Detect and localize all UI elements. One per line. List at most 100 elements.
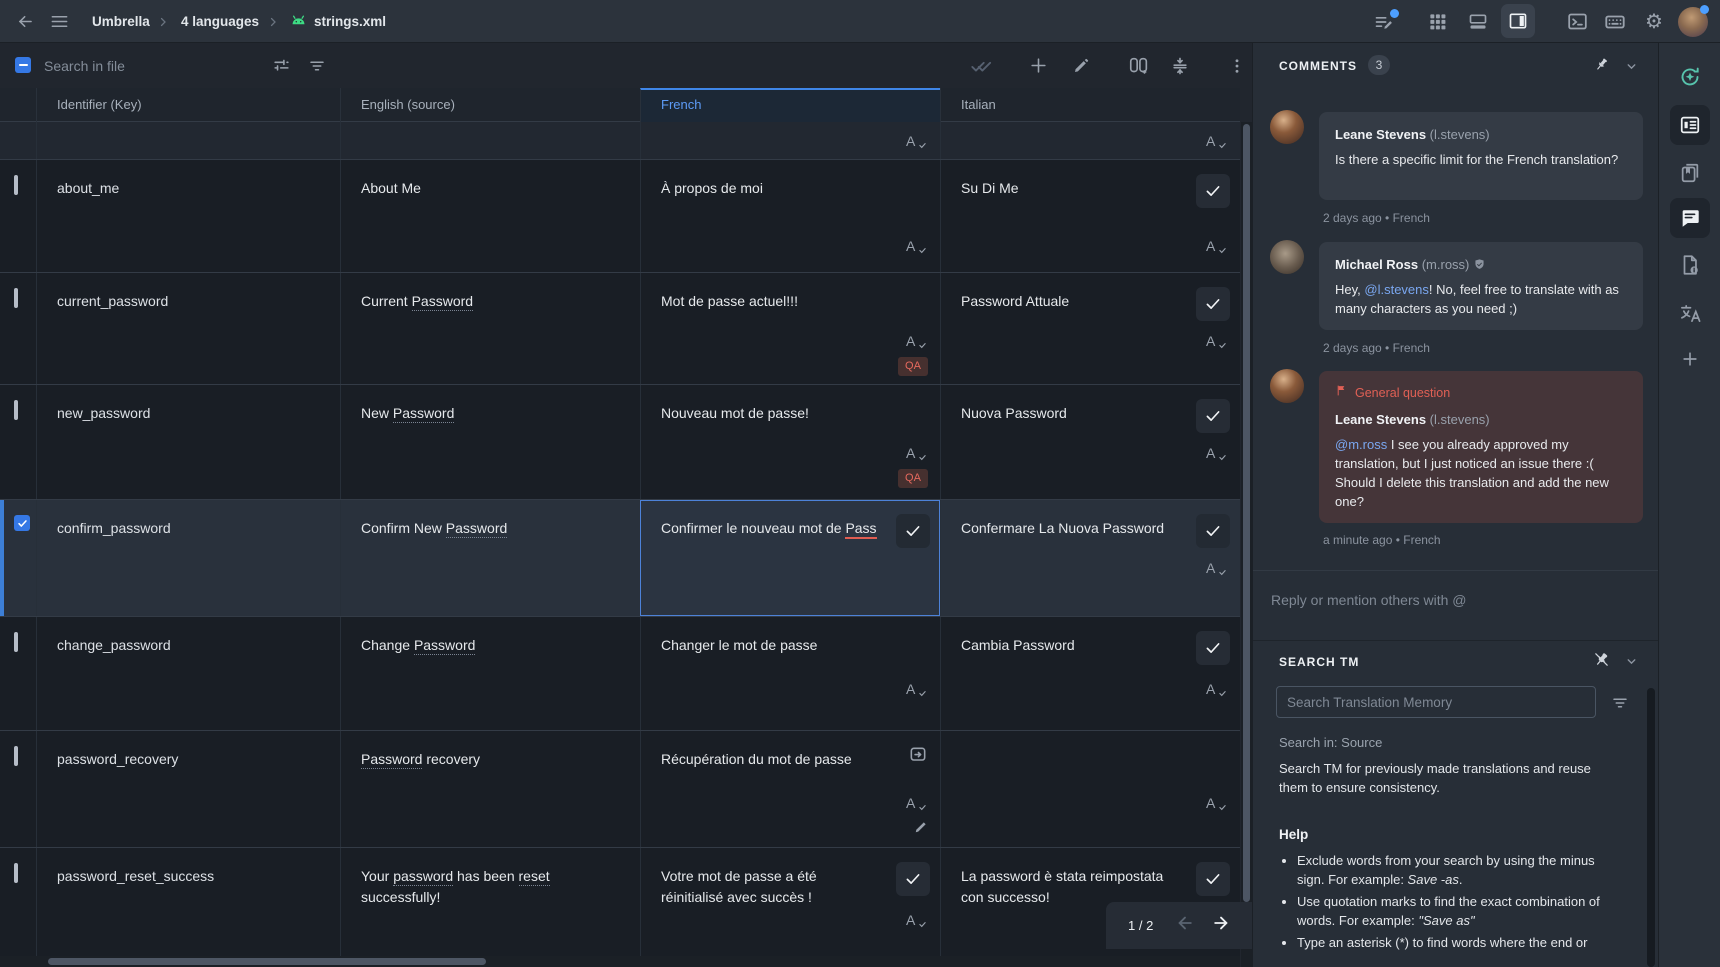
table-row[interactable]: new_password New Password Nouveau mot de… [0,385,1240,500]
prev-page-icon[interactable] [1175,913,1195,938]
search-in-label[interactable]: Search in: Source [1279,735,1382,750]
copy-source-icon[interactable] [908,745,928,771]
glossary-book-icon[interactable] [1670,153,1710,193]
suggestion-icon[interactable]: A [906,236,926,256]
spelling-error-term[interactable]: Pass [845,520,876,539]
comment-item-flagged[interactable]: General question Leane Stevens (l.steven… [1319,371,1643,523]
glossary-term[interactable]: Password [412,293,473,311]
vertical-scrollbar[interactable] [1241,122,1252,967]
comments-icon[interactable] [1670,198,1710,238]
approve-check-icon[interactable] [1196,862,1230,896]
translation-cell-it-empty[interactable]: A [940,731,1240,847]
add-panel-icon[interactable] [1670,339,1710,379]
suggestion-icon[interactable]: A [906,131,926,151]
suggestion-icon[interactable]: A [906,910,926,930]
terminal-icon[interactable] [1563,0,1591,43]
table-row-selected[interactable]: confirm_password Confirm New Password Co… [0,500,1240,617]
avatar[interactable] [1270,240,1304,274]
row-checkbox[interactable] [14,288,18,308]
translation-cell-fr[interactable]: Nouveau mot de passe! A QA [640,385,940,499]
reply-input[interactable] [1271,583,1641,617]
search-tm-input[interactable] [1276,686,1596,718]
chevron-down-icon[interactable] [1625,655,1638,673]
file-info-icon[interactable] [1670,245,1710,285]
table-row[interactable]: about_me About Me À propos de moi A Su D… [0,160,1240,273]
filter-icon[interactable] [1611,694,1629,717]
key-cell[interactable]: password_recovery [36,731,340,847]
source-cell[interactable]: About Me [340,160,640,272]
suggestion-icon[interactable]: A [1206,793,1226,813]
editor-panel-icon[interactable] [1670,105,1710,145]
source-cell[interactable]: Current Password [340,273,640,384]
translation-cell-it[interactable]: Su Di Me A [940,160,1240,272]
glossary-term[interactable]: Password [414,637,475,655]
horizontal-scrollbar-thumb[interactable] [48,958,486,965]
qa-issue-badge[interactable]: QA [898,469,928,488]
breadcrumb-project[interactable]: Umbrella [92,0,150,43]
table-row[interactable]: current_password Current Password Mot de… [0,273,1240,385]
header-key[interactable]: Identifier (Key) [36,88,340,122]
suggestion-icon[interactable]: A [1206,443,1226,463]
tm-scrollbar-thumb[interactable] [1647,688,1655,967]
suggestion-icon[interactable]: A [1206,131,1226,151]
glossary-term[interactable]: Password [393,405,454,423]
key-cell[interactable]: confirm_password [36,500,340,616]
translation-cell-it[interactable]: Password Attuale A [940,273,1240,384]
next-page-icon[interactable] [1211,913,1231,938]
translation-cell-it[interactable]: Nuova Password A [940,385,1240,499]
qa-issue-badge[interactable]: QA [898,357,928,376]
merge-rows-icon[interactable] [1170,43,1190,88]
approve-check-icon[interactable] [1196,631,1230,665]
avatar[interactable] [1270,369,1304,403]
add-column-icon[interactable] [1128,43,1150,88]
mention-link[interactable]: @m.ross [1335,437,1387,452]
key-cell[interactable]: change_password [36,617,340,730]
row-checkbox[interactable] [14,746,18,766]
key-cell[interactable]: new_password [36,385,340,499]
horizontal-scrollbar[interactable] [0,956,1240,967]
dock-bottom-icon[interactable] [1465,0,1491,43]
edit-icon[interactable] [1072,43,1090,88]
user-avatar[interactable] [1678,0,1708,43]
glossary-term[interactable]: password [393,868,453,886]
menu-icon[interactable] [46,0,72,43]
filter-icon[interactable] [308,43,326,88]
source-cell[interactable]: Your password has been reset successfull… [340,848,640,960]
row-checkbox[interactable] [14,400,18,420]
keyboard-icon[interactable] [1601,0,1629,43]
glossary-term[interactable]: Password [446,520,507,538]
glossary-term[interactable]: Password [361,751,422,769]
select-all-checkbox[interactable] [15,57,31,73]
row-checkbox[interactable] [14,632,18,652]
header-italian[interactable]: Italian [940,88,1240,122]
unpin-icon[interactable] [1593,651,1610,673]
translation-cell-it[interactable]: Cambia Password A [940,617,1240,730]
suggestion-icon[interactable]: A [906,679,926,699]
translation-cell-fr[interactable]: Récupération du mot de passe A [640,731,940,847]
translation-cell-it[interactable]: Confermare La Nuova Password A [940,500,1240,616]
source-cell[interactable]: Change Password [340,617,640,730]
header-english[interactable]: English (source) [340,88,640,122]
approve-all-icon[interactable] [970,43,992,88]
translate-icon[interactable] [1670,293,1710,333]
approve-check-icon[interactable] [1196,399,1230,433]
tasks-icon[interactable] [1370,0,1398,43]
search-input[interactable] [44,53,254,79]
key-cell[interactable]: about_me [36,160,340,272]
row-checkbox[interactable] [14,863,18,883]
translation-cell-fr-active[interactable]: Confirmer le nouveau mot de Pass [640,500,940,616]
translation-cell-fr[interactable]: Votre mot de passe a été réinitialisé av… [640,848,940,960]
header-french[interactable]: French [640,88,940,122]
suggestion-icon[interactable]: A [1206,558,1226,578]
avatar[interactable] [1270,110,1304,144]
suggestion-icon[interactable]: A [1206,331,1226,351]
approve-check-icon[interactable] [896,514,930,548]
approve-check-icon[interactable] [896,862,930,896]
suggestion-icon[interactable]: A [906,443,926,463]
table-row[interactable]: change_password Change Password Changer … [0,617,1240,731]
translation-cell-fr[interactable]: Mot de passe actuel!!! A QA [640,273,940,384]
comment-item[interactable]: Leane Stevens (l.stevens) Is there a spe… [1319,112,1643,200]
breadcrumb-languages[interactable]: 4 languages [181,0,259,43]
gear-icon[interactable]: ⚙ [1641,0,1667,43]
row-checkbox-checked[interactable] [14,515,30,531]
